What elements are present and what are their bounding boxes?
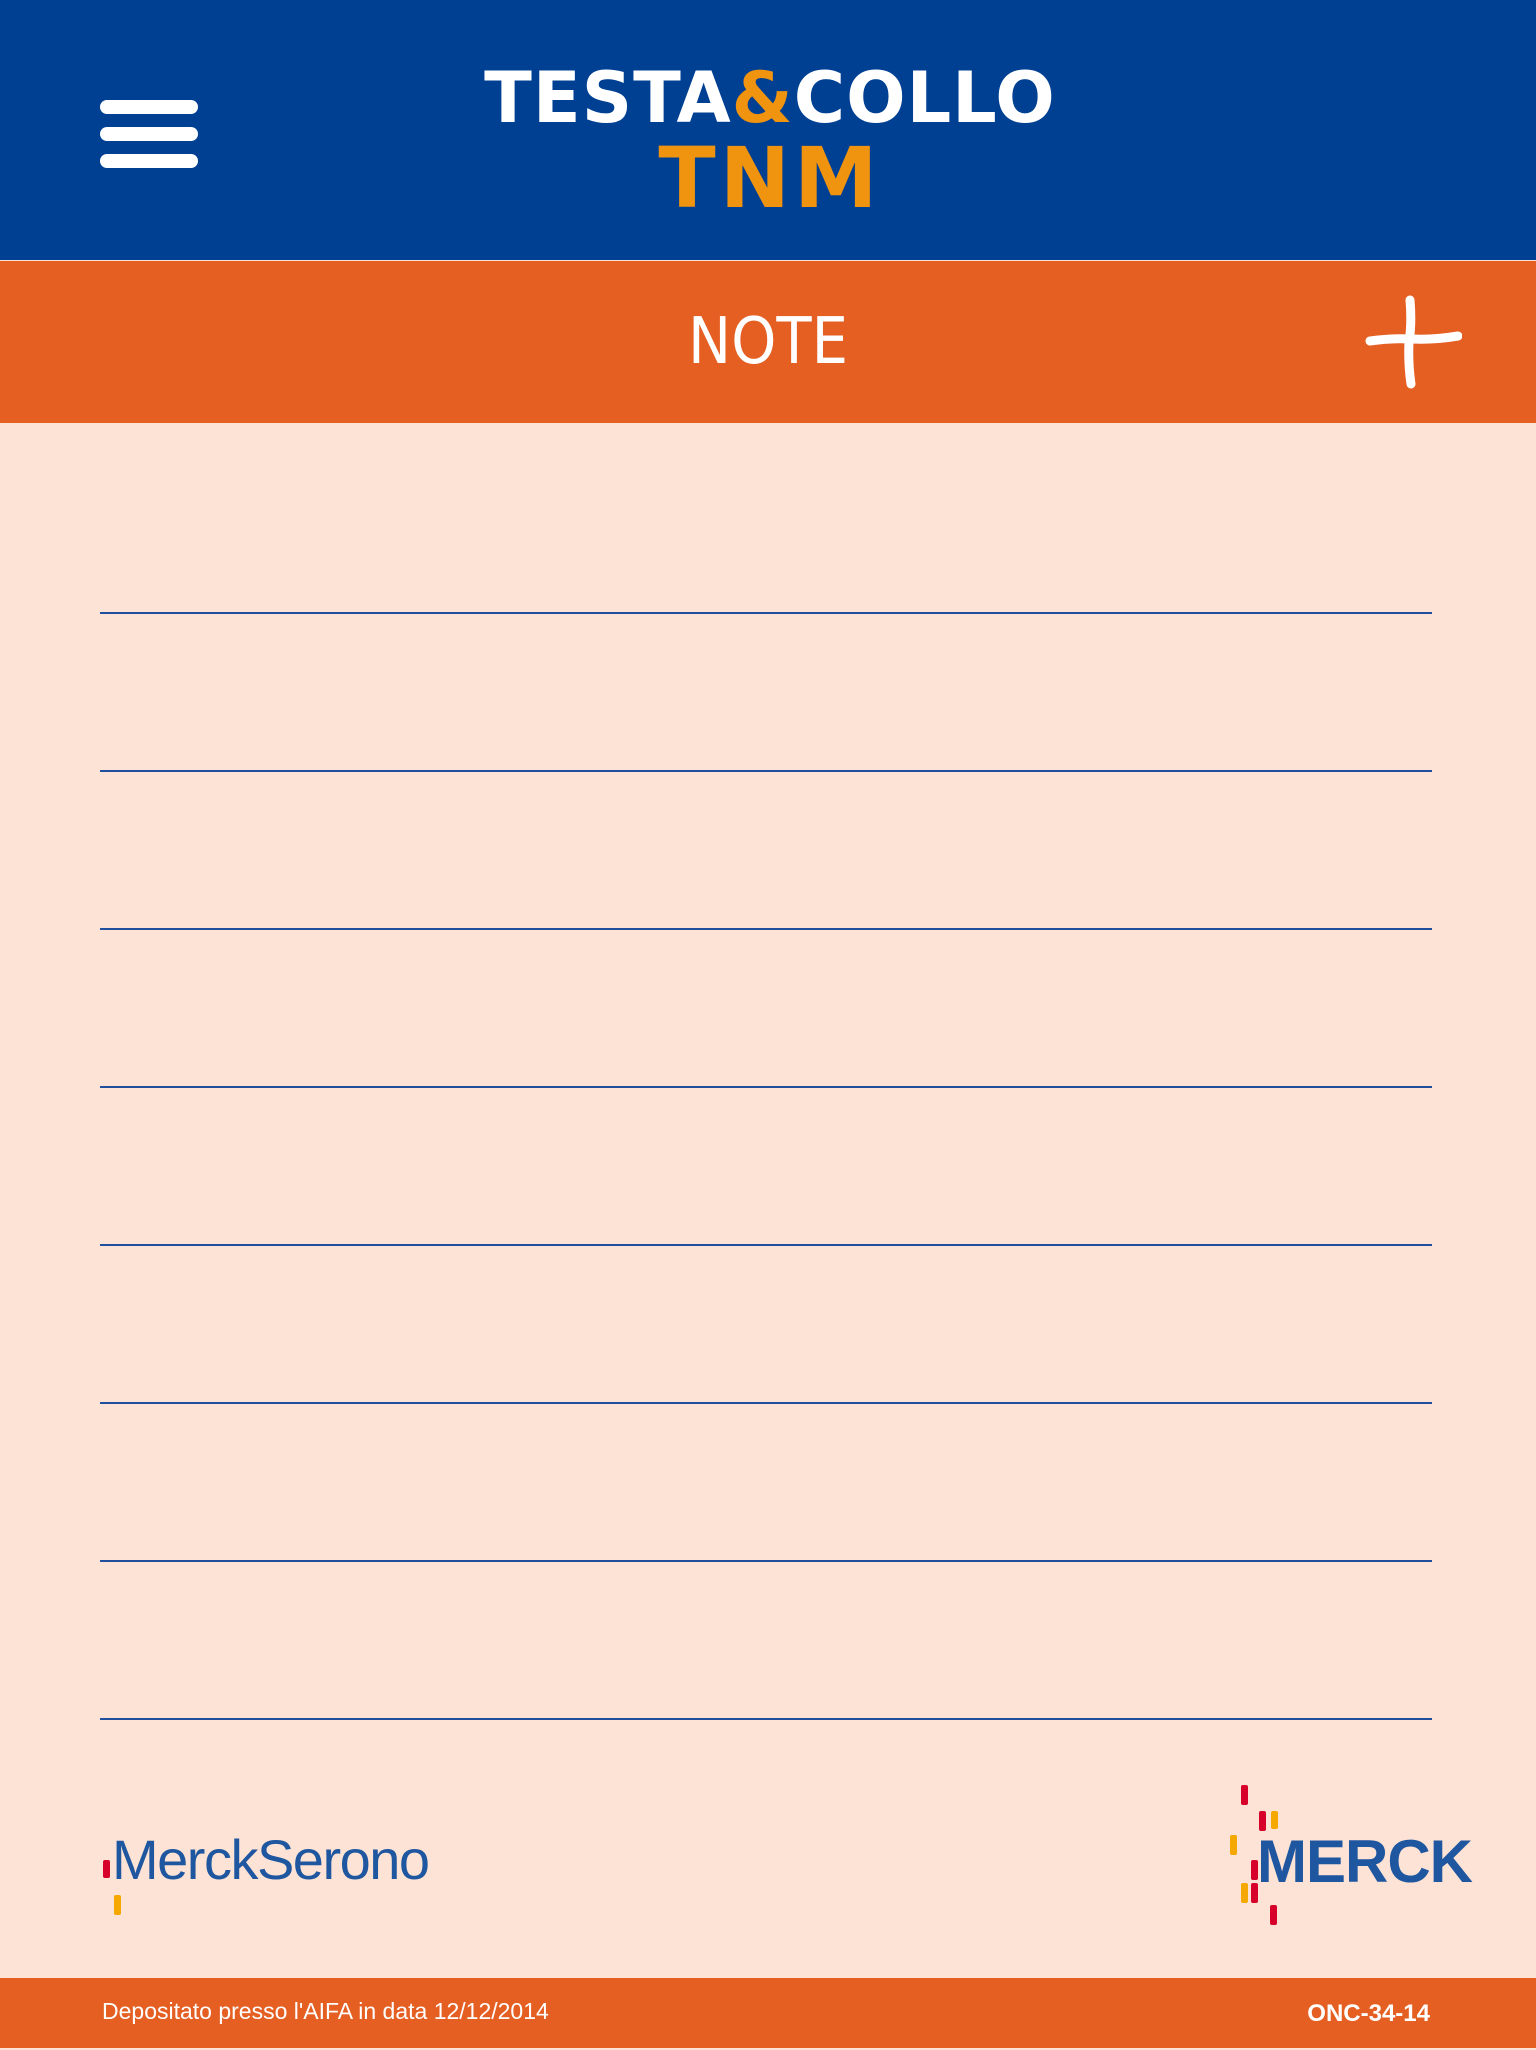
merck-serono-logo: MerckSerono	[100, 1820, 440, 1920]
menu-button[interactable]	[100, 100, 198, 168]
logo-line2: TNM	[658, 129, 882, 227]
plus-icon	[1365, 295, 1463, 389]
note-line	[100, 612, 1432, 614]
note-line	[100, 770, 1432, 772]
logo-line1: TESTA&COLLO	[484, 57, 1056, 139]
footer: Depositato presso l'AIFA in data 12/12/2…	[0, 1978, 1536, 2048]
note-line	[100, 1402, 1432, 1404]
page-title: NOTE	[688, 305, 848, 379]
app-header: TESTA&COLLO TNM	[0, 0, 1536, 260]
app-logo: TESTA&COLLO TNM	[460, 57, 1080, 227]
merck-logo: MERCK	[1225, 1785, 1473, 1930]
note-line	[100, 1560, 1432, 1562]
note-line	[100, 1718, 1432, 1720]
add-note-button[interactable]	[1362, 294, 1463, 390]
note-line	[100, 1086, 1432, 1088]
note-line	[100, 928, 1432, 930]
note-line	[100, 1244, 1432, 1246]
footer-code: ONC-34-14	[1307, 2000, 1430, 2027]
notes-area[interactable]	[100, 425, 1432, 1725]
footer-note: Depositato presso l'AIFA in data 12/12/2…	[102, 1998, 549, 2024]
title-bar: NOTE	[0, 261, 1536, 423]
